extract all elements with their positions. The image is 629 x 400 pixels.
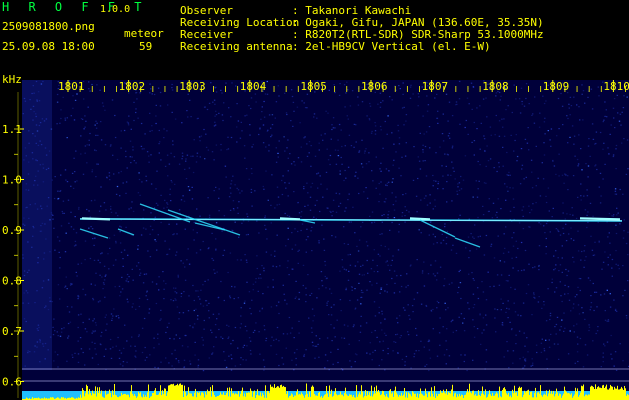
x-tick-label: 1802 <box>119 80 146 93</box>
x-tick-label: 1806 <box>361 80 388 93</box>
plot-background <box>22 80 629 400</box>
x-tick-label: 1805 <box>300 80 327 93</box>
x-tick-label: 1808 <box>482 80 509 93</box>
y-tick-label: 0.8 <box>2 275 22 288</box>
x-tick-label: 1807 <box>422 80 449 93</box>
x-tick-label: 1801 <box>58 80 85 93</box>
x-tick-label: 1804 <box>240 80 267 93</box>
spectrogram-plot: 1801 1802 1803 1804 1805 1806 1807 1808 1809 1810… <box>2 80 629 400</box>
y-tick-label: 1.0 <box>2 174 22 187</box>
y-tick-label: 0.9 <box>2 224 22 237</box>
x-tick-label: 1803 <box>179 80 206 93</box>
y-tick-label: 0.7 <box>2 325 22 338</box>
y-tick-label: 1.1 <box>2 123 22 136</box>
y-tick-label: 0.6 <box>2 376 22 389</box>
x-tick-label: 1809 <box>543 80 570 93</box>
